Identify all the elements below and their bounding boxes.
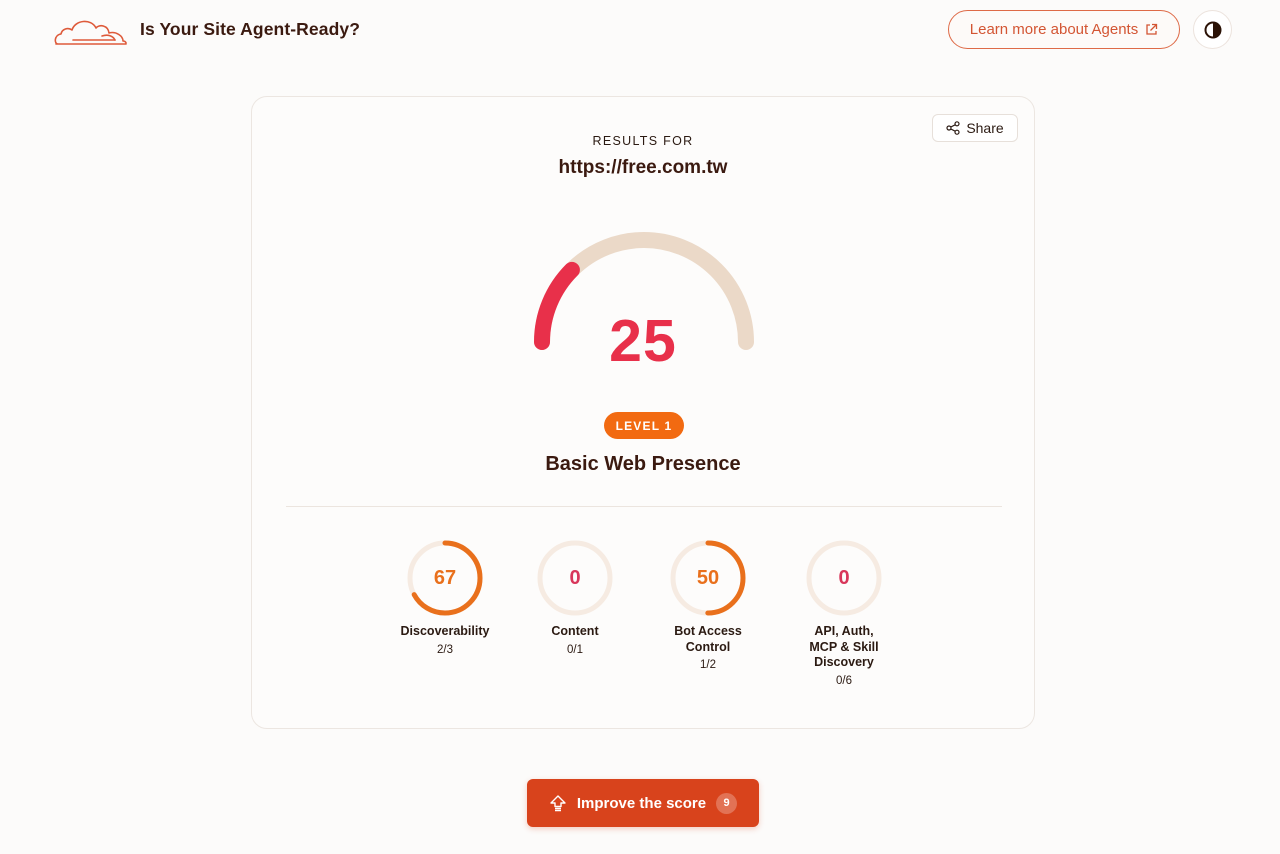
contrast-icon bbox=[1204, 21, 1221, 38]
overall-score: 25 bbox=[609, 308, 677, 374]
level-badge: LEVEL 1 bbox=[604, 412, 684, 439]
site-title: Is Your Site Agent-Ready? bbox=[140, 19, 360, 39]
improve-score-button[interactable]: Improve the score 9 bbox=[527, 779, 759, 827]
category-score: 0 bbox=[838, 566, 850, 589]
category-ring: 0 bbox=[804, 538, 884, 618]
category-api-auth-mcp-skill-discovery: 0 API, Auth, MCP & Skill Discovery 0/6 bbox=[784, 538, 904, 687]
category-bot-access-control: 50 Bot Access Control 1/2 bbox=[648, 538, 768, 671]
upgrade-arrow-icon bbox=[550, 795, 566, 812]
category-ring: 0 bbox=[535, 538, 615, 618]
result-url: https://free.com.tw bbox=[558, 157, 728, 178]
category-fraction: 0/1 bbox=[567, 643, 583, 656]
share-icon bbox=[946, 121, 960, 135]
learn-more-label: Learn more about Agents bbox=[969, 21, 1139, 38]
category-name: Bot Access Control bbox=[674, 624, 742, 654]
cloud-logo-icon bbox=[54, 20, 127, 45]
level-title: Basic Web Presence bbox=[545, 453, 741, 475]
improve-label: Improve the score bbox=[576, 794, 707, 812]
category-ring: 67 bbox=[405, 538, 485, 618]
category-name: Discoverability bbox=[400, 624, 490, 638]
category-fraction: 1/2 bbox=[700, 659, 716, 671]
category-name: Content bbox=[551, 624, 599, 638]
external-link-icon bbox=[1146, 23, 1158, 35]
category-score: 67 bbox=[433, 566, 457, 589]
theme-toggle-button[interactable] bbox=[1193, 10, 1232, 49]
category-score: 50 bbox=[696, 566, 720, 589]
category-discoverability: 67 Discoverability 2/3 bbox=[385, 538, 505, 656]
learn-more-button[interactable]: Learn more about Agents bbox=[948, 10, 1180, 49]
category-fraction: 0/6 bbox=[836, 674, 852, 687]
category-fraction: 2/3 bbox=[437, 643, 453, 656]
category-name: API, Auth, MCP & Skill Discovery bbox=[809, 624, 879, 669]
category-ring: 50 bbox=[668, 538, 748, 618]
top-bar: Is Your Site Agent-Ready? Learn more abo… bbox=[0, 0, 1280, 60]
category-content: 0 Content 0/1 bbox=[515, 538, 635, 656]
category-score: 0 bbox=[569, 566, 581, 589]
improve-count-badge: 9 bbox=[716, 792, 738, 814]
results-card: Share RESULTS FOR https://free.com.tw 25… bbox=[251, 96, 1035, 729]
results-for-label: RESULTS FOR bbox=[592, 134, 694, 148]
divider bbox=[286, 506, 1002, 507]
